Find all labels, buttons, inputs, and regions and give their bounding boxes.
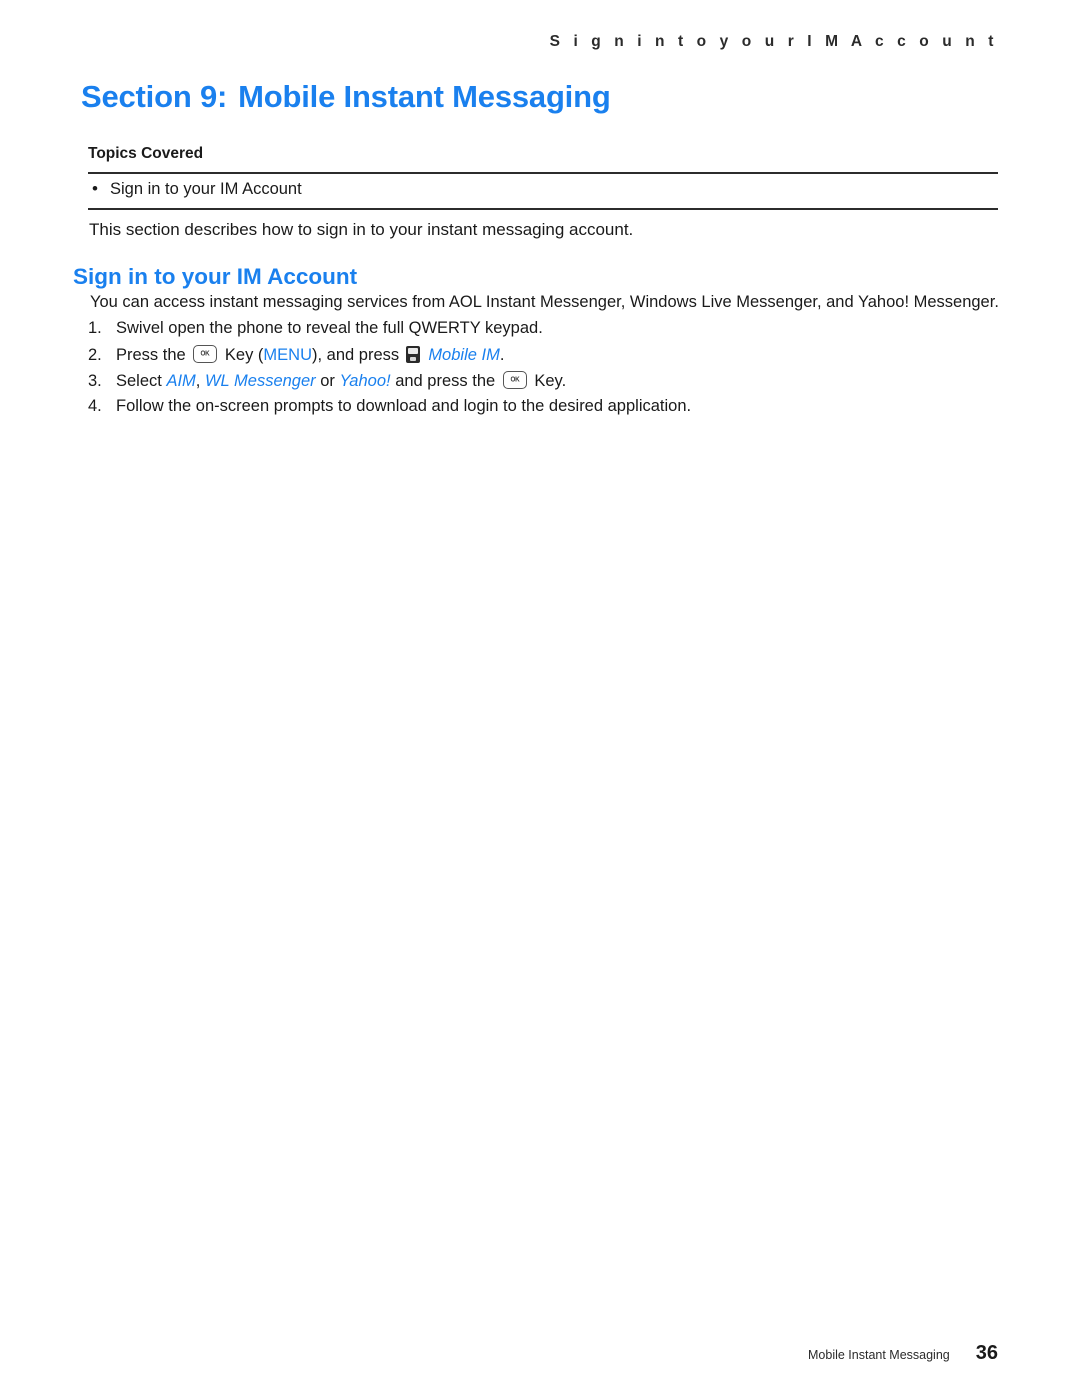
list-item: • Sign in to your IM Account bbox=[92, 180, 302, 199]
step-text-run: and press the bbox=[395, 372, 496, 390]
step-text-run: Key. bbox=[534, 372, 567, 390]
step-item: 2. Press the Key (MENU), and press Mobile… bbox=[88, 345, 1028, 371]
document-page: S i g n i n t o y o u r I M A c c o u n … bbox=[0, 0, 1080, 1397]
page-title: Section 9: Mobile Instant Messaging bbox=[81, 79, 611, 115]
step-text-run: Press the bbox=[116, 346, 186, 364]
step-text: Select AIM, WL Messenger or Yahoo! and p… bbox=[116, 371, 566, 391]
running-header: S i g n i n t o y o u r I M A c c o u n … bbox=[549, 33, 998, 50]
menu-item-name: WL Messenger bbox=[204, 372, 316, 390]
step-text-run: or bbox=[320, 372, 335, 390]
menu-item-name: Mobile IM bbox=[428, 346, 500, 364]
numbered-steps-list: 1. Swivel open the phone to reveal the fu… bbox=[88, 319, 1028, 423]
step-text-run: Select bbox=[116, 372, 162, 390]
bullet-icon: • bbox=[92, 179, 98, 198]
step-item: 3. Select AIM, WL Messenger or Yahoo! and… bbox=[88, 371, 1028, 397]
topics-rule-top bbox=[88, 172, 998, 174]
step-number: 1. bbox=[88, 319, 102, 337]
step-number: 2. bbox=[88, 346, 102, 364]
step-text: Follow the on-screen prompts to download… bbox=[116, 397, 691, 416]
step-text-run: Key ( bbox=[224, 346, 264, 364]
mobile-im-icon bbox=[405, 346, 420, 363]
footer-section-label: Mobile Instant Messaging bbox=[808, 1348, 950, 1362]
intro-paragraph: This section describes how to sign in to… bbox=[89, 220, 634, 239]
step-text-run: Swivel open the phone to reveal the full… bbox=[116, 319, 543, 337]
topics-covered-label: Topics Covered bbox=[88, 145, 204, 162]
step-item: 1. Swivel open the phone to reveal the fu… bbox=[88, 319, 1028, 345]
step-text-run: . bbox=[499, 346, 505, 364]
subsection-lead-paragraph: You can access instant messaging service… bbox=[90, 293, 999, 311]
step-text: Swivel open the phone to reveal the full… bbox=[116, 319, 543, 338]
step-number: 4. bbox=[88, 397, 102, 415]
step-text-run: , bbox=[195, 372, 201, 390]
page-footer: Mobile Instant Messaging 36 bbox=[0, 1342, 998, 1365]
page-number: 36 bbox=[975, 1342, 998, 1364]
step-text-run: Follow the on-screen prompts to download… bbox=[116, 397, 692, 415]
step-text: Press the Key (MENU), and press Mobile I… bbox=[116, 345, 504, 365]
step-item: 4. Follow the on-screen prompts to downlo… bbox=[88, 397, 1028, 423]
menu-item-name: AIM bbox=[166, 372, 196, 390]
ok-key-icon bbox=[502, 371, 527, 389]
step-text-run: ), and press bbox=[312, 346, 400, 364]
highlighted-term: MENU bbox=[263, 346, 312, 364]
ok-key-icon bbox=[193, 345, 218, 363]
topics-rule-bottom bbox=[88, 208, 998, 210]
step-number: 3. bbox=[88, 372, 102, 390]
topic-item-label: Sign in to your IM Account bbox=[110, 180, 302, 198]
subsection-heading: Sign in to your IM Account bbox=[73, 264, 358, 289]
section-title-text: Mobile Instant Messaging bbox=[238, 79, 611, 114]
menu-item-name: Yahoo! bbox=[339, 372, 391, 390]
section-number: Section 9: bbox=[81, 79, 228, 114]
